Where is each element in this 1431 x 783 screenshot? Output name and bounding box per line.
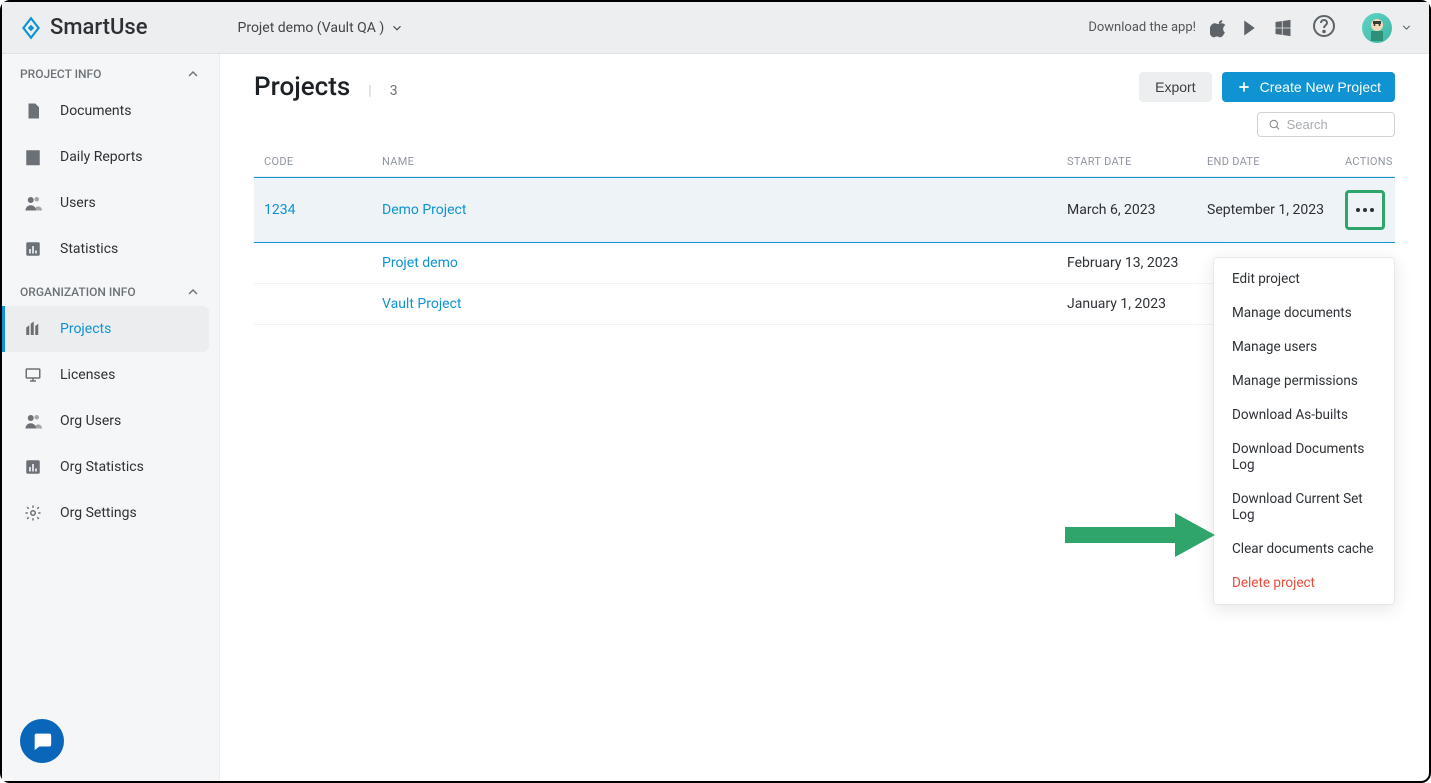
platform-icons <box>1210 18 1292 38</box>
dropdown-edit-project[interactable]: Edit project <box>1214 262 1394 296</box>
sidebar-item-statistics[interactable]: Statistics <box>2 226 219 272</box>
app-header: SmartUse Projet demo (Vault QA ) Downloa… <box>2 2 1429 54</box>
title-divider: | <box>368 83 371 99</box>
help-button[interactable] <box>1312 14 1336 42</box>
project-switcher-label: Projet demo (Vault QA ) <box>238 20 385 36</box>
cell-start-date: March 6, 2023 <box>1067 202 1207 218</box>
table-header: CODE NAME START DATE END DATE ACTIONS <box>254 147 1395 177</box>
sidebar-item-users[interactable]: Users <box>2 180 219 226</box>
sidebar-section-project-info[interactable]: PROJECT INFO <box>2 60 219 88</box>
search-icon <box>1268 117 1281 132</box>
sidebar-section-organization-info[interactable]: ORGANIZATION INFO <box>2 278 219 306</box>
sidebar-item-licenses[interactable]: Licenses <box>2 352 219 398</box>
sidebar-item-label: Org Settings <box>60 505 137 521</box>
th-name[interactable]: NAME <box>382 155 1067 168</box>
sidebar-item-label: Documents <box>60 103 131 119</box>
download-app-text: Download the app! <box>1088 20 1196 35</box>
chart-icon <box>24 240 42 258</box>
users-icon <box>24 194 42 212</box>
chart-icon <box>24 458 42 476</box>
sidebar-item-label: Licenses <box>60 367 115 383</box>
app-name: SmartUse <box>50 15 148 40</box>
help-icon <box>1312 14 1336 38</box>
section-label: ORGANIZATION INFO <box>20 285 136 299</box>
page-title: Projects <box>254 72 350 102</box>
sidebar: PROJECT INFO Documents Daily Reports Use… <box>2 54 220 781</box>
more-icon <box>1356 208 1374 212</box>
monitor-icon <box>24 366 42 384</box>
th-start-date[interactable]: START DATE <box>1067 155 1207 168</box>
chat-support-button[interactable] <box>20 719 64 763</box>
cell-name[interactable]: Projet demo <box>382 255 1067 271</box>
dropdown-manage-users[interactable]: Manage users <box>1214 330 1394 364</box>
th-code[interactable]: CODE <box>254 155 382 168</box>
chevron-down-icon <box>1400 21 1413 34</box>
chevron-up-icon <box>185 66 201 82</box>
sidebar-item-org-users[interactable]: Org Users <box>2 398 219 444</box>
row-actions-button[interactable] <box>1345 190 1385 230</box>
cell-name[interactable]: Vault Project <box>382 296 1067 312</box>
export-button[interactable]: Export <box>1139 72 1211 102</box>
document-icon <box>24 102 42 120</box>
user-menu[interactable] <box>1362 13 1413 43</box>
sidebar-item-daily-reports[interactable]: Daily Reports <box>2 134 219 180</box>
search-input[interactable] <box>1287 117 1384 132</box>
dropdown-download-docs-log[interactable]: Download Documents Log <box>1214 432 1394 482</box>
sidebar-item-projects[interactable]: Projects <box>2 306 209 352</box>
avatar <box>1362 13 1392 43</box>
apple-icon[interactable] <box>1210 18 1228 38</box>
dropdown-manage-documents[interactable]: Manage documents <box>1214 296 1394 330</box>
sidebar-item-documents[interactable]: Documents <box>2 88 219 134</box>
sidebar-item-label: Daily Reports <box>60 149 143 165</box>
dropdown-clear-cache[interactable]: Clear documents cache <box>1214 532 1394 566</box>
gear-icon <box>24 504 42 522</box>
chevron-down-icon <box>390 21 404 35</box>
logo-icon <box>18 15 44 41</box>
windows-icon[interactable] <box>1274 19 1292 37</box>
dropdown-delete-project[interactable]: Delete project <box>1214 566 1394 600</box>
th-actions: ACTIONS <box>1345 155 1395 168</box>
cell-end-date: September 1, 2023 <box>1207 202 1345 218</box>
project-count: 3 <box>390 83 398 99</box>
calendar-icon <box>24 148 42 166</box>
cell-actions <box>1345 190 1395 230</box>
avatar-face-icon <box>1362 13 1392 43</box>
sidebar-item-label: Projects <box>60 321 111 337</box>
sidebar-item-label: Org Users <box>60 413 121 429</box>
app-logo[interactable]: SmartUse <box>18 15 148 41</box>
project-switcher[interactable]: Projet demo (Vault QA ) <box>238 20 405 36</box>
dropdown-manage-permissions[interactable]: Manage permissions <box>1214 364 1394 398</box>
cell-name[interactable]: Demo Project <box>382 202 1067 218</box>
cell-start-date: January 1, 2023 <box>1067 296 1207 312</box>
sidebar-item-label: Statistics <box>60 241 118 257</box>
annotation-arrow-icon <box>1065 513 1215 557</box>
row-actions-dropdown: Edit project Manage documents Manage use… <box>1213 257 1395 605</box>
plus-icon <box>1236 79 1252 95</box>
cell-start-date: February 13, 2023 <box>1067 255 1207 271</box>
create-project-label: Create New Project <box>1260 79 1381 95</box>
sidebar-item-label: Org Statistics <box>60 459 144 475</box>
create-project-button[interactable]: Create New Project <box>1222 72 1395 102</box>
dropdown-download-asbuilts[interactable]: Download As-builts <box>1214 398 1394 432</box>
sidebar-item-org-settings[interactable]: Org Settings <box>2 490 219 536</box>
search-box[interactable] <box>1257 112 1395 137</box>
google-play-icon[interactable] <box>1242 18 1260 38</box>
dropdown-download-set-log[interactable]: Download Current Set Log <box>1214 482 1394 532</box>
sidebar-item-org-statistics[interactable]: Org Statistics <box>2 444 219 490</box>
th-end-date[interactable]: END DATE <box>1207 155 1345 168</box>
table-row[interactable]: 1234 Demo Project March 6, 2023 Septembe… <box>254 177 1395 243</box>
main-content: Projects | 3 Export Create New Project C… <box>220 54 1429 781</box>
chevron-up-icon <box>185 284 201 300</box>
section-label: PROJECT INFO <box>20 67 101 81</box>
users-icon <box>24 412 42 430</box>
projects-icon <box>24 320 42 338</box>
sidebar-item-label: Users <box>60 195 96 211</box>
cell-code[interactable]: 1234 <box>254 202 382 218</box>
chat-icon <box>31 730 53 752</box>
